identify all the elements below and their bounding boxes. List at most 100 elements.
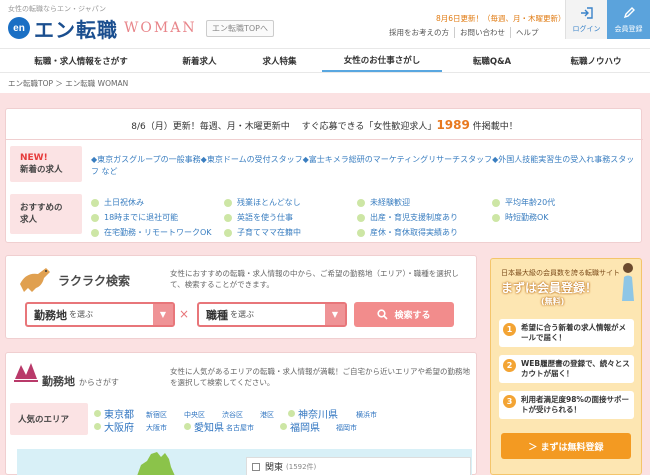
free-register-button[interactable]: ＞ まずは無料登録 xyxy=(501,433,631,459)
bullet-icon xyxy=(91,228,99,237)
tab-women-jobs[interactable]: 女性のお仕事さがし xyxy=(322,49,442,72)
en-top-link[interactable]: エン転職TOPへ xyxy=(206,20,275,37)
promo-item-text: 利用者満足度98%の面接サポートが受けられる！ xyxy=(521,395,629,414)
location-select[interactable]: 勤務地 を選ぶ ▼ xyxy=(25,302,175,327)
area-search-panel: 勤務地 からさがす 女性に人気があるエリアの転職・求人情報が満載！ご自宅から近い… xyxy=(5,352,477,475)
register-promo: 日本最大級の会員数を誇る転職サイト まずは会員登録！ (無料) 1 希望に合う新… xyxy=(490,258,642,475)
area-title-suffix: からさがす xyxy=(78,378,119,387)
news-panel: 8/6（月）更新！毎週、月・木曜更新中 すぐ応募できる「女性歓迎求人」1989 … xyxy=(5,108,643,243)
bullet-icon xyxy=(94,410,101,417)
rec-item[interactable]: 時短勤務OK xyxy=(492,212,549,223)
bullet-icon xyxy=(224,213,232,222)
divider xyxy=(6,139,643,140)
bullet-icon xyxy=(357,228,365,237)
city-shinjuku[interactable]: 新宿区 xyxy=(146,410,167,420)
number-badge: 2 xyxy=(503,359,516,372)
city-fukuoka[interactable]: 福岡市 xyxy=(336,423,357,433)
tab-knowhow[interactable]: 転職ノウハウ xyxy=(542,49,650,72)
region-count: (1592件) xyxy=(286,462,317,471)
promo-subtitle: (無料) xyxy=(541,297,565,306)
popular-area-label: 人気のエリア xyxy=(10,403,88,435)
tab-features[interactable]: 求人特集 xyxy=(237,49,322,72)
bullet-icon xyxy=(288,410,295,417)
rec-item[interactable]: 英語を使う仕事 xyxy=(224,212,293,223)
news-headline: 8/6（月）更新！毎週、月・木曜更新中 すぐ応募できる「女性歓迎求人」1989 … xyxy=(6,118,643,132)
login-button[interactable]: ログイン xyxy=(565,0,607,39)
rec-item[interactable]: 在宅勤務・リモートワークOK xyxy=(91,227,212,238)
pref-label: 愛知県 xyxy=(194,423,224,434)
bullet-icon xyxy=(91,213,99,222)
rec-item-label: 18時までに退社可能 xyxy=(104,213,179,222)
search-button[interactable]: 検索する xyxy=(354,302,454,327)
city-yokohama[interactable]: 横浜市 xyxy=(356,410,377,420)
pref-fukuoka[interactable]: 福岡県 xyxy=(280,419,320,434)
util-link-help[interactable]: ヘルプ xyxy=(510,27,544,38)
quick-search-desc: 女性におすすめの転職・求人情報の中から、ご希望の勤務地（エリア）・職種を選択して… xyxy=(170,269,459,289)
tab-job-search[interactable]: 転職・求人情報をさがす xyxy=(0,49,162,72)
rec-item[interactable]: 土日祝休み xyxy=(91,197,144,208)
rec-item-label: 土日祝休み xyxy=(104,198,144,207)
rec-item[interactable]: 18時までに退社可能 xyxy=(91,212,178,223)
rec-item-label: 出産・育児支援制度あり xyxy=(370,213,458,222)
job-select-hint: を選ぶ xyxy=(230,310,254,319)
job-type-select[interactable]: 職種 を選ぶ ▼ xyxy=(197,302,347,327)
japan-map-icon xyxy=(137,452,175,475)
promo-title: まずは会員登録！ xyxy=(501,281,598,295)
util-link-recruiter[interactable]: 採用をお考えの方 xyxy=(384,27,454,38)
area-title: 勤務地 からさがす xyxy=(42,373,119,389)
bullet-icon xyxy=(492,213,500,222)
register-button[interactable]: 会員登録 xyxy=(607,0,650,39)
bullet-icon xyxy=(224,198,232,207)
logo-woman: WOMAN xyxy=(124,20,197,36)
city-nagoya[interactable]: 名古屋市 xyxy=(226,423,254,433)
location-select-hint: を選ぶ xyxy=(69,310,93,319)
rec-item[interactable]: 残業ほとんどなし xyxy=(224,197,301,208)
util-link-contact[interactable]: お問い合わせ xyxy=(454,27,510,38)
chevron-down-icon: ▼ xyxy=(153,304,173,325)
pencil-icon xyxy=(623,6,635,18)
rec-item[interactable]: 子育てママ在籍中 xyxy=(224,227,301,238)
pref-osaka[interactable]: 大阪府 xyxy=(94,419,134,434)
new-jobs-label-text: 新着の求人 xyxy=(20,165,63,175)
pref-label: 大阪府 xyxy=(104,423,134,434)
rec-item[interactable]: 平均年齢20代 xyxy=(492,197,555,208)
city-shibuya[interactable]: 渋谷区 xyxy=(222,410,243,420)
running-dog-icon xyxy=(20,268,50,292)
job-select-label: 職種 xyxy=(206,308,228,322)
region-kanto-checkbox[interactable]: 関東 (1592件) xyxy=(246,457,471,475)
tab-qa[interactable]: 転職Q&A xyxy=(442,49,542,72)
recommended-label: おすすめの求人 xyxy=(10,194,82,234)
en-logo-icon: en xyxy=(8,17,30,39)
city-osaka[interactable]: 大阪市 xyxy=(146,423,167,433)
promo-item: 3 利用者満足度98%の面接サポートが受けられる！ xyxy=(499,391,634,419)
pref-aichi[interactable]: 愛知県 xyxy=(184,419,224,434)
quick-search-panel: ラクラク検索 女性におすすめの転職・求人情報の中から、ご希望の勤務地（エリア）・… xyxy=(5,255,477,339)
site-logo[interactable]: en エン転職 WOMAN xyxy=(8,16,197,42)
area-title-text: 勤務地 xyxy=(42,375,75,388)
tagline: 女性の転職ならエン・ジャパン xyxy=(8,5,106,13)
rec-item-label: 在宅勤務・リモートワークOK xyxy=(104,228,212,237)
location-select-label: 勤務地 xyxy=(34,308,67,322)
rec-item[interactable]: 出産・育児支援制度あり xyxy=(357,212,458,223)
new-jobs-list[interactable]: ◆東京ガスグループの一般事務◆東京ドームの受付スタッフ◆富士キメラ総研のマーケテ… xyxy=(91,154,636,178)
rec-item[interactable]: 産休・育休取得実績あり xyxy=(357,227,458,238)
breadcrumb[interactable]: エン転職TOP ＞ エン転職 WOMAN xyxy=(8,78,128,89)
number-badge: 3 xyxy=(503,395,516,408)
new-badge: NEW! xyxy=(20,153,48,163)
rec-item-label: 時短勤務OK xyxy=(505,213,549,222)
login-label: ログイン xyxy=(572,24,601,33)
tab-new-jobs[interactable]: 新着求人 xyxy=(162,49,237,72)
utility-links: 採用をお考えの方 お問い合わせ ヘルプ xyxy=(384,27,544,38)
promo-item-text: WEB履歴書の登録で、続々とスカウトが届く！ xyxy=(521,359,630,378)
promo-item: 1 希望に合う新着の求人情報がメールで届く！ xyxy=(499,319,634,347)
bullet-icon xyxy=(492,198,500,207)
rec-item[interactable]: 未経験歓迎 xyxy=(357,197,410,208)
quick-search-title: ラクラク検索 xyxy=(58,274,131,288)
promo-item: 2 WEB履歴書の登録で、続々とスカウトが届く！ xyxy=(499,355,634,383)
rec-item-label: 未経験歓迎 xyxy=(370,198,410,207)
promo-tagline: 日本最大級の会員数を誇る転職サイト xyxy=(501,269,620,277)
register-label: 会員登録 xyxy=(614,24,643,33)
city-minato[interactable]: 港区 xyxy=(260,410,274,420)
rec-item-label: 英語を使う仕事 xyxy=(237,213,293,222)
bullet-icon xyxy=(357,198,365,207)
